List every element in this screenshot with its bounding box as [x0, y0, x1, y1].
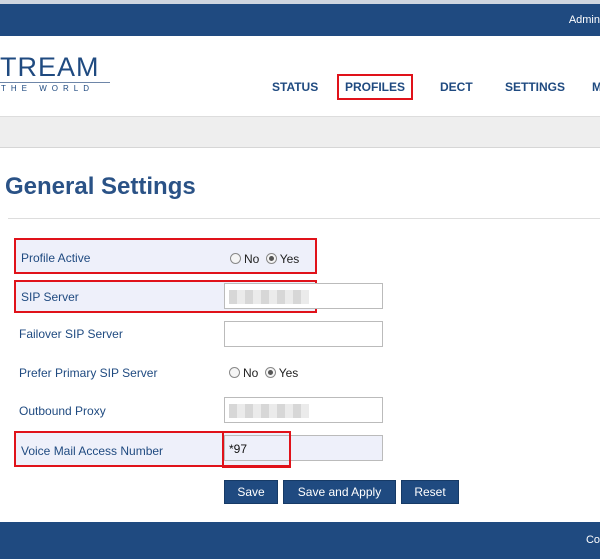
- prefer-primary-yes-label: Yes: [278, 366, 299, 380]
- save-button[interactable]: Save: [224, 480, 278, 504]
- failover-sip-server-label: Failover SIP Server: [19, 327, 123, 341]
- redacted-value: [229, 404, 309, 418]
- profile-active-no-radio[interactable]: [230, 253, 241, 264]
- save-and-apply-button[interactable]: Save and Apply: [283, 480, 396, 504]
- main-nav: STATUS PROFILES DECT SETTINGS M: [0, 74, 600, 100]
- redacted-value: [229, 290, 309, 304]
- prefer-primary-radios: No Yes: [229, 366, 301, 380]
- sub-nav-bar: [0, 116, 600, 148]
- failover-sip-server-input[interactable]: [224, 321, 383, 347]
- profile-active-radios: No Yes: [230, 252, 302, 266]
- profile-active-no-label: No: [244, 252, 260, 266]
- sip-server-input[interactable]: [224, 283, 383, 309]
- nav-settings[interactable]: SETTINGS: [505, 74, 565, 100]
- title-divider: [8, 218, 600, 219]
- nav-status[interactable]: STATUS: [272, 74, 318, 100]
- profile-active-yes-label: Yes: [279, 252, 300, 266]
- profile-active-yes-radio[interactable]: [265, 253, 277, 264]
- profile-active-label: Profile Active: [21, 251, 91, 265]
- prefer-primary-label: Prefer Primary SIP Server: [19, 366, 158, 380]
- page-title: General Settings: [5, 173, 196, 200]
- prefer-primary-yes-radio[interactable]: [264, 367, 276, 378]
- row-prefer-primary: Prefer Primary SIP Server No Yes: [14, 355, 454, 391]
- prefer-primary-no-label: No: [243, 366, 259, 380]
- sip-server-label: SIP Server: [21, 290, 79, 304]
- admin-label[interactable]: Admin: [569, 14, 600, 26]
- highlight-box: [222, 431, 291, 468]
- prefer-primary-no-radio[interactable]: [229, 367, 240, 378]
- row-profile-active: Profile Active No Yes: [14, 238, 317, 274]
- nav-more[interactable]: M: [592, 74, 600, 100]
- top-bar: Admin: [0, 0, 600, 36]
- voicemail-label: Voice Mail Access Number: [21, 444, 164, 458]
- reset-button[interactable]: Reset: [401, 480, 459, 504]
- outbound-proxy-label: Outbound Proxy: [19, 404, 106, 418]
- footer-text: Co: [585, 534, 600, 546]
- footer-bar: Co: [0, 522, 600, 559]
- nav-profiles[interactable]: PROFILES: [337, 74, 414, 100]
- nav-dect[interactable]: DECT: [440, 74, 473, 100]
- outbound-proxy-input[interactable]: [224, 397, 383, 423]
